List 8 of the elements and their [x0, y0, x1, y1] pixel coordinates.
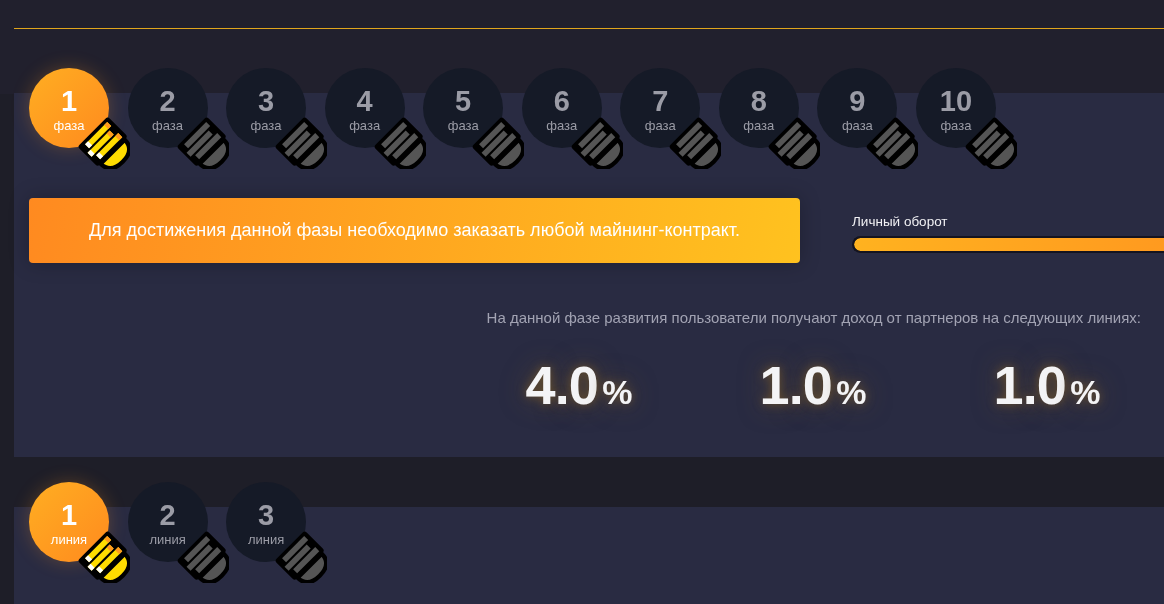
- income-percent: 4.0%: [525, 355, 633, 415]
- line-tab[interactable]: 3 линия: [226, 482, 307, 562]
- income-percent: 1.0%: [993, 355, 1101, 415]
- notice-banner: Для достижения данной фазы необходимо заказать любой майнинг-контракт.: [29, 198, 800, 263]
- line-tab[interactable]: 2 линия: [127, 482, 208, 562]
- income-caption: На данной фазе развития пользователи получают доход от партнеров на следующих линиях:: [486, 310, 1141, 327]
- income-percent: 1.0%: [759, 355, 867, 415]
- turnover-label: Личный оборот: [852, 215, 948, 230]
